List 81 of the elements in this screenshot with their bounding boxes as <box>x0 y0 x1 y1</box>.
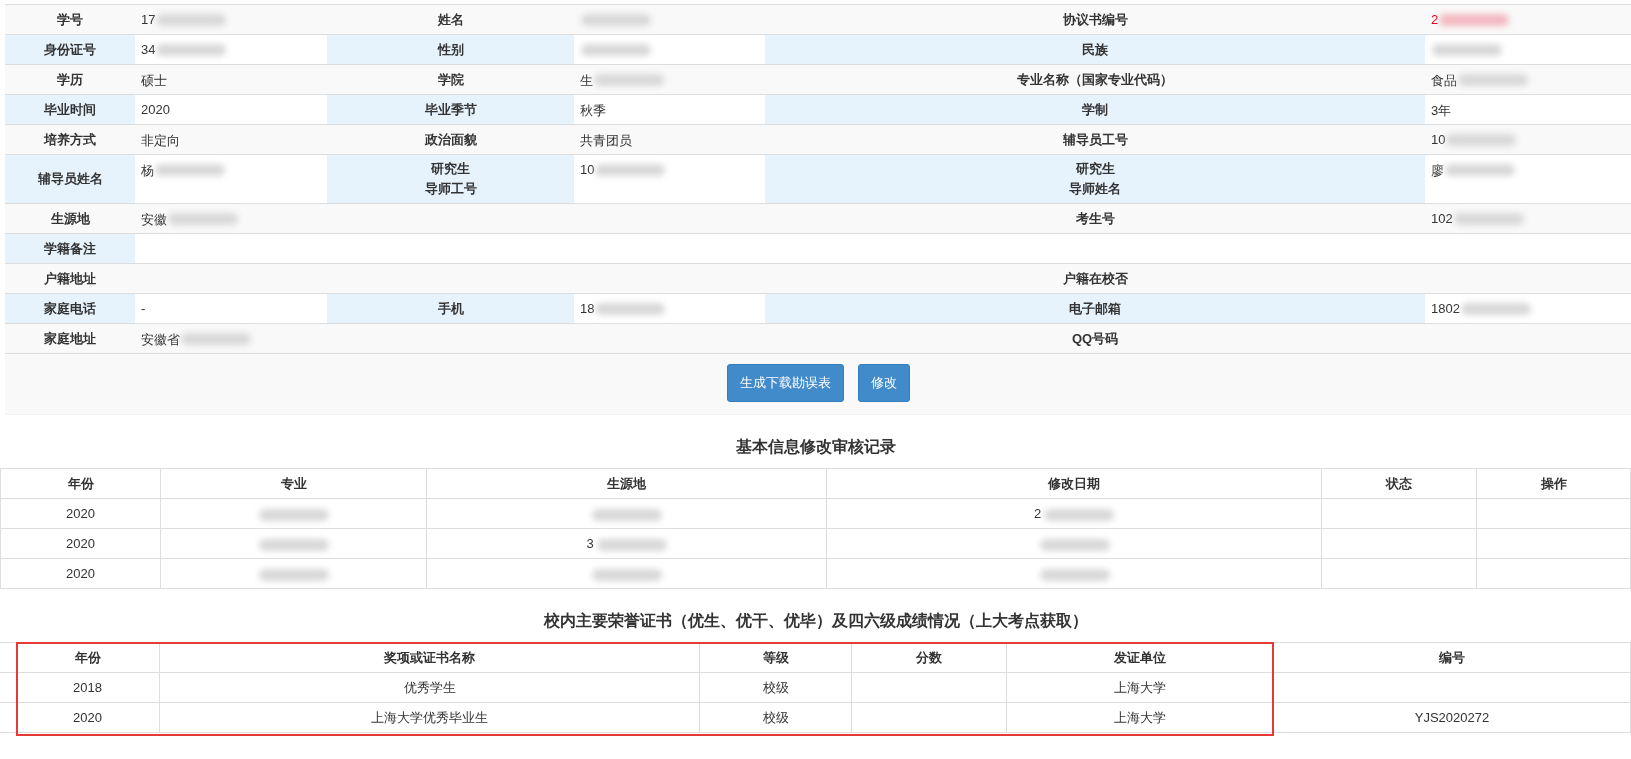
column-header: 分数 <box>916 648 942 667</box>
field-value: 34 <box>141 42 156 57</box>
field-label: 政治面貌 <box>424 130 477 149</box>
field-label: 辅导员工号 <box>1062 130 1128 149</box>
field-label: 户籍在校否 <box>1062 269 1128 288</box>
field-value: 2 <box>1431 12 1439 27</box>
field-value: 食品 <box>1431 72 1457 90</box>
table-cell: YJS2020272 <box>1414 710 1490 725</box>
field-label: 导师姓名 <box>1069 180 1121 198</box>
field-label: 生源地 <box>50 209 90 228</box>
field-label: 导师工号 <box>424 180 477 198</box>
field-value: 17 <box>141 12 156 27</box>
field-label: 研究生 <box>431 160 470 178</box>
table-cell: 校级 <box>762 708 789 727</box>
section-title: 基本信息修改审核记录 <box>734 437 897 457</box>
field-label: 户籍地址 <box>44 269 96 288</box>
column-header: 等级 <box>762 648 789 667</box>
field-value: 2020 <box>141 102 170 117</box>
field-value: 102 <box>1431 211 1453 226</box>
field-value: 10 <box>580 162 595 177</box>
field-value: 生 <box>580 72 593 90</box>
field-label: 协议书编号 <box>1062 10 1128 29</box>
field-label: 毕业季节 <box>424 100 477 119</box>
table-cell: 2020 <box>66 536 95 551</box>
field-value: 秋季 <box>580 102 606 120</box>
field-label: 性别 <box>437 40 464 59</box>
field-label: 研究生 <box>1075 160 1115 178</box>
table-cell: 2020 <box>66 506 95 521</box>
column-header: 生源地 <box>607 474 646 493</box>
field-label: 家庭地址 <box>44 329 96 348</box>
field-label: 电子邮箱 <box>1069 299 1121 318</box>
column-header: 状态 <box>1386 474 1412 493</box>
table-cell: 2 <box>1033 506 1042 521</box>
table-cell: 2020 <box>73 710 102 725</box>
action-button[interactable]: 修改 <box>857 364 910 402</box>
field-label: 家庭电话 <box>44 299 96 318</box>
section-title: 校内主要荣誉证书（优生、优干、优毕）及四六级成绩情况（上大考点获取） <box>542 611 1089 631</box>
field-label: 学历 <box>57 70 83 89</box>
field-value: 安徽 <box>141 211 167 229</box>
table-cell: 2020 <box>66 566 95 581</box>
field-value: 杨 <box>141 162 154 180</box>
field-label: 学院 <box>437 70 464 89</box>
table-cell: 上海大学 <box>1114 678 1166 697</box>
table-cell: 优秀学生 <box>403 678 456 697</box>
column-header: 年份 <box>67 474 94 493</box>
table-cell: 校级 <box>762 678 789 697</box>
field-label: 辅导员姓名 <box>37 170 103 188</box>
field-value: 共青团员 <box>580 132 632 150</box>
field-label: 专业名称（国家专业代码） <box>1017 70 1173 89</box>
column-header: 年份 <box>74 648 101 667</box>
field-label: 手机 <box>437 299 464 318</box>
column-header: 发证单位 <box>1114 648 1166 667</box>
column-header: 操作 <box>1540 474 1567 493</box>
column-header: 编号 <box>1439 648 1465 667</box>
field-value: 3年 <box>1431 102 1452 120</box>
table-cell: 上海大学优秀毕业生 <box>371 708 488 727</box>
field-label: 学制 <box>1082 100 1108 119</box>
field-label: 学号 <box>57 10 83 29</box>
field-label: 毕业时间 <box>44 100 96 119</box>
field-value: 非定向 <box>141 132 180 150</box>
table-cell: 2018 <box>73 680 102 695</box>
column-header: 修改日期 <box>1048 474 1100 493</box>
field-label: 姓名 <box>437 10 464 29</box>
field-value: 硕士 <box>141 72 167 90</box>
field-label: 培养方式 <box>44 130 96 149</box>
table-cell: 上海大学 <box>1114 708 1166 727</box>
table-cell: 3 <box>586 536 594 551</box>
field-value: 廖 <box>1431 162 1444 180</box>
field-value: 安徽省 <box>141 331 180 349</box>
field-value: 10 <box>1431 132 1446 147</box>
column-header: 专业 <box>280 474 307 493</box>
field-value: 18 <box>580 301 595 316</box>
field-label: 学籍备注 <box>44 239 96 258</box>
field-label: 民族 <box>1082 40 1108 59</box>
field-label: 考生号 <box>1075 209 1115 228</box>
field-label: QQ号码 <box>1071 329 1119 348</box>
field-value: 1802 <box>1431 301 1460 316</box>
field-value: - <box>141 301 146 316</box>
field-label: 身份证号 <box>44 40 96 59</box>
action-button[interactable]: 生成下载勘误表 <box>726 364 844 402</box>
column-header: 奖项或证书名称 <box>384 648 475 667</box>
